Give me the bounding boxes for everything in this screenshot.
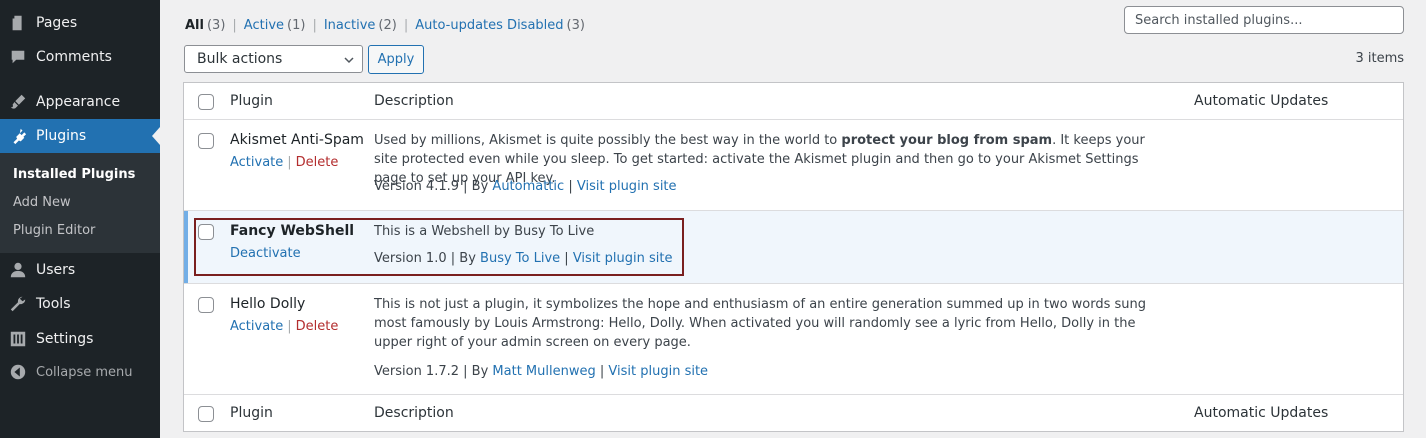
filter-auto-updates-disabled[interactable]: Auto-updates Disabled: [415, 18, 563, 33]
filter-active-count: (1): [287, 18, 306, 33]
by-label: | By: [463, 364, 489, 379]
delete-link[interactable]: Delete: [296, 319, 339, 334]
plugins-table: Plugin Description Automatic Updates Aki…: [183, 82, 1404, 432]
plugin-name: Akismet Anti-Spam: [230, 132, 364, 148]
column-description: Description: [374, 93, 454, 109]
by-label: | By: [450, 251, 476, 266]
description-text: Used by millions, Akismet is quite possi…: [374, 133, 842, 148]
collapse-menu[interactable]: Collapse menu: [0, 355, 160, 389]
plugin-version: Version 4.1.9: [374, 179, 460, 194]
column-plugin: Plugin: [230, 93, 273, 109]
plugin-name: Hello Dolly: [230, 296, 306, 312]
filter-separator: |: [232, 18, 237, 33]
author-link[interactable]: Matt Mullenweg: [492, 364, 595, 379]
menu-appearance-label: Appearance: [36, 94, 121, 110]
filter-all-count: (3): [206, 18, 226, 33]
table-header: Plugin Description Automatic Updates: [184, 83, 1403, 120]
activate-link[interactable]: Activate: [230, 319, 283, 334]
filter-active[interactable]: Active: [244, 18, 284, 33]
activate-link[interactable]: Activate: [230, 155, 283, 170]
table-row-fancy-webshell: Fancy WebShell Deactivate This is a Webs…: [184, 211, 1403, 284]
menu-pages[interactable]: Pages: [0, 6, 160, 40]
menu-appearance[interactable]: Appearance: [0, 85, 160, 119]
table-row-hello-dolly: Hello Dolly Activate | Delete This is not …: [184, 284, 1403, 395]
plugin-icon: [0, 127, 36, 145]
author-link[interactable]: Automattic: [492, 179, 564, 194]
menu-comments[interactable]: Comments: [0, 40, 160, 74]
bulk-actions-select[interactable]: Bulk actions: [184, 45, 363, 73]
filter-inactive[interactable]: Inactive: [324, 18, 376, 33]
bulk-actions-label: Bulk actions: [197, 51, 283, 67]
plugin-meta: Version 4.1.9 | By Automattic | Visit pl…: [374, 179, 677, 194]
select-all-checkbox-footer[interactable]: [198, 406, 214, 422]
paintbrush-icon: [0, 93, 36, 111]
filter-inactive-count: (2): [378, 18, 397, 33]
column-plugin: Plugin: [230, 405, 273, 421]
plugins-submenu: Installed Plugins Add New Plugin Editor: [0, 153, 160, 253]
column-automatic-updates: Automatic Updates: [1194, 93, 1329, 109]
menu-settings-label: Settings: [36, 331, 94, 347]
visit-site-link[interactable]: Visit plugin site: [608, 364, 708, 379]
filter-auto-count: (3): [566, 18, 585, 33]
submenu-add-new[interactable]: Add New: [13, 195, 71, 210]
collapse-arrow-icon: [0, 363, 36, 381]
plugin-checkbox[interactable]: [198, 297, 214, 313]
description-bold: protect your blog from spam: [841, 133, 1053, 148]
plugin-version: Version 1.7.2: [374, 364, 460, 379]
pages-icon: [0, 14, 36, 32]
column-description: Description: [374, 405, 454, 421]
comments-icon: [0, 48, 36, 66]
visit-site-link[interactable]: Visit plugin site: [573, 251, 673, 266]
plugin-actions: Deactivate: [230, 246, 301, 261]
submenu-installed-plugins[interactable]: Installed Plugins: [13, 167, 135, 182]
filter-separator: |: [403, 18, 409, 33]
menu-comments-label: Comments: [36, 49, 112, 65]
users-icon: [0, 261, 36, 279]
menu-pages-label: Pages: [36, 15, 78, 31]
menu-plugins-label: Plugins: [36, 128, 87, 144]
plugin-description: This is not just a plugin, it symbolizes…: [374, 297, 1147, 350]
collapse-menu-label: Collapse menu: [36, 364, 133, 380]
column-automatic-updates: Automatic Updates: [1194, 405, 1329, 421]
plugin-checkbox[interactable]: [198, 133, 214, 149]
menu-users-label: Users: [36, 262, 76, 278]
filter-all[interactable]: All: [185, 18, 204, 33]
delete-link[interactable]: Delete: [296, 155, 339, 170]
visit-site-link[interactable]: Visit plugin site: [577, 179, 677, 194]
admin-sidebar: Pages Comments Appearance Plugins Instal…: [0, 0, 160, 438]
author-link[interactable]: Busy To Live: [480, 251, 560, 266]
menu-users[interactable]: Users: [0, 253, 160, 287]
plugin-name: Fancy WebShell: [230, 223, 355, 239]
items-count: 3 items: [1355, 51, 1404, 66]
plugin-meta: Version 1.0 | By Busy To Live | Visit pl…: [374, 251, 673, 266]
menu-settings[interactable]: Settings: [0, 322, 160, 356]
menu-tools[interactable]: Tools: [0, 287, 160, 321]
plugin-actions: Activate | Delete: [230, 155, 339, 170]
submenu-plugin-editor[interactable]: Plugin Editor: [13, 223, 95, 238]
filter-separator: |: [312, 18, 317, 33]
search-plugins-input[interactable]: [1124, 6, 1404, 34]
plugin-status-filters: All (3) | Active (1) | Inactive (2) | Au…: [185, 18, 585, 33]
menu-plugins[interactable]: Plugins: [0, 119, 160, 153]
select-all-checkbox[interactable]: [198, 94, 214, 110]
table-row-akismet: Akismet Anti-Spam Activate | Delete Used b…: [184, 120, 1403, 211]
wrench-icon: [0, 295, 36, 313]
plugin-description: This is a Webshell by Busy To Live: [374, 224, 595, 239]
deactivate-link[interactable]: Deactivate: [230, 246, 301, 261]
by-label: | By: [463, 179, 489, 194]
main-content: All (3) | Active (1) | Inactive (2) | Au…: [160, 0, 1426, 438]
table-footer: Plugin Description Automatic Updates: [184, 395, 1403, 432]
settings-sliders-icon: [0, 330, 36, 348]
plugin-version: Version 1.0: [374, 251, 447, 266]
menu-tools-label: Tools: [36, 296, 71, 312]
plugin-actions: Activate | Delete: [230, 319, 339, 334]
plugin-checkbox[interactable]: [198, 224, 214, 240]
apply-button[interactable]: Apply: [368, 45, 424, 74]
plugin-meta: Version 1.7.2 | By Matt Mullenweg | Visi…: [374, 364, 709, 379]
chevron-down-icon: [344, 57, 354, 64]
